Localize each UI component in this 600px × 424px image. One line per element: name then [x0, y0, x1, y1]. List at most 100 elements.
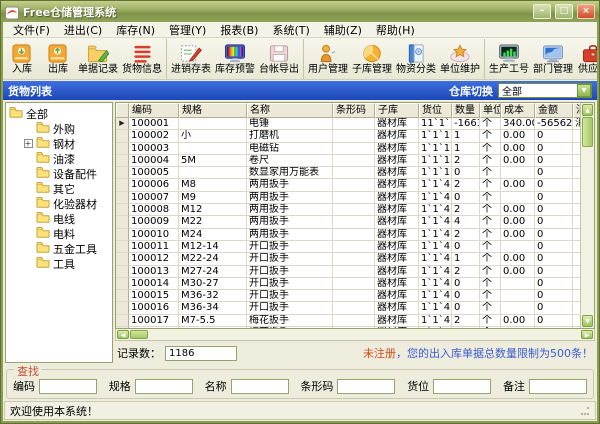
- vertical-scroll-thumb[interactable]: [582, 117, 593, 147]
- table-row[interactable]: 100015M36-32开口扳手器材库1`1`40个0: [116, 290, 580, 302]
- column-header-7[interactable]: 数量: [452, 103, 480, 118]
- table-row[interactable]: 100011M12-14开口扳手器材库1`1`40个0: [116, 241, 580, 253]
- toolbar-button-user-manage[interactable]: 用户管理: [306, 39, 350, 79]
- toolbar-button-stock-alert[interactable]: 库存预警: [213, 39, 257, 79]
- table-row[interactable]: 100013M27-24开口扳手器材库1`1`42个0.000: [116, 266, 580, 278]
- search-input-1[interactable]: [135, 379, 193, 394]
- toolbar-button-production-id[interactable]: 生产工号: [487, 39, 531, 79]
- table-row[interactable]: 100006M8两用扳手器材库1`1`42个0.000: [116, 179, 580, 191]
- tree-item-8[interactable]: 五金工具: [23, 241, 112, 256]
- column-header-11[interactable]: 消: [573, 103, 580, 118]
- minimize-button[interactable]: –: [533, 4, 551, 19]
- table-row[interactable]: 100016M36-34开口扳手器材库1`1`40个0: [116, 302, 580, 314]
- toolbar-button-outbound-drive[interactable]: 出库: [40, 39, 76, 79]
- table-row[interactable]: 100018M11-9梅花扳手器材库1`1`42个0.000: [116, 327, 580, 328]
- toolbar-button-document-record[interactable]: 单据记录: [76, 39, 120, 79]
- expand-plus-icon[interactable]: +: [24, 139, 33, 148]
- search-input-0[interactable]: [39, 379, 97, 394]
- tree-item-3[interactable]: 设备配件: [23, 166, 112, 181]
- menu-item-7[interactable]: 辅助(Z): [317, 21, 369, 39]
- table-row[interactable]: 100010M24两用扳手器材库1`1`42个0.000: [116, 229, 580, 241]
- cell: 个: [480, 216, 501, 228]
- tree-item-0[interactable]: 外购: [23, 121, 112, 136]
- scroll-right-icon[interactable]: ▶: [581, 330, 593, 339]
- scroll-down-icon[interactable]: ▼: [582, 315, 593, 327]
- search-input-2[interactable]: [231, 379, 289, 394]
- menu-item-8[interactable]: 帮助(H): [369, 21, 422, 39]
- horizontal-scrollbar[interactable]: ◀ ▶: [115, 329, 595, 341]
- window-title: Free仓储管理系统: [23, 4, 529, 20]
- resize-grip-icon[interactable]: [580, 406, 590, 416]
- table-row[interactable]: 100007M9两用扳手器材库1`1`40个0: [116, 192, 580, 204]
- horizontal-scroll-thumb[interactable]: [130, 330, 148, 339]
- chevron-down-icon[interactable]: ▼: [577, 84, 591, 97]
- search-input-3[interactable]: [337, 379, 395, 394]
- tree-item-7[interactable]: 电料: [23, 226, 112, 241]
- menu-item-2[interactable]: 进出(C): [57, 21, 109, 39]
- column-header-0[interactable]: [116, 103, 129, 118]
- tree-item-1[interactable]: +钢材: [23, 136, 112, 151]
- scroll-left-icon[interactable]: ◀: [117, 330, 129, 339]
- toolbar-button-department[interactable]: 部门管理: [531, 39, 575, 79]
- table-row[interactable]: 100008M12两用扳手器材库1`1`42个0.000: [116, 204, 580, 216]
- cell: 1`1`4: [419, 229, 452, 241]
- search-input-4[interactable]: [433, 379, 491, 394]
- menu-item-4[interactable]: 管理(Y): [162, 21, 213, 39]
- cell: [573, 266, 580, 278]
- tree-item-2[interactable]: 油漆: [23, 151, 112, 166]
- horizontal-scroll-track[interactable]: [149, 330, 580, 339]
- row-indicator: [116, 216, 129, 228]
- column-header-4[interactable]: 条形码: [333, 103, 375, 118]
- table-row[interactable]: 100005数显家用万能表器材库1`1`10个0: [116, 167, 580, 179]
- toolbar-button-material-category[interactable]: 物资分类: [394, 39, 438, 79]
- table-row[interactable]: ▶100001电锤器材库11`1`-1663.个340.00-565624消: [116, 118, 580, 130]
- tree-item-5[interactable]: 化验器材: [23, 196, 112, 211]
- table-row[interactable]: 100017M7-5.5梅花扳手器材库1`1`42个0.000: [116, 315, 580, 327]
- vertical-scroll-track[interactable]: [582, 147, 593, 315]
- toolbar-button-inbound-drive[interactable]: 入库: [4, 39, 40, 79]
- column-header-9[interactable]: 成本: [501, 103, 535, 118]
- menu-item-6[interactable]: 系统(T): [265, 21, 316, 39]
- menu-item-5[interactable]: 报表(B): [213, 21, 265, 39]
- column-header-2[interactable]: 规格: [179, 103, 247, 118]
- column-header-3[interactable]: 名称: [247, 103, 333, 118]
- cell: 0.00: [501, 204, 535, 216]
- column-header-10[interactable]: 金额: [535, 103, 573, 118]
- maximize-button[interactable]: □: [555, 4, 573, 19]
- table-row[interactable]: 1000045M卷尺器材库1`1`12个0.000: [116, 155, 580, 167]
- table-row[interactable]: 100012M22-24开口扳手器材库1`1`41个0.000: [116, 253, 580, 265]
- tree-root[interactable]: 全部: [9, 106, 112, 121]
- tree-item-9[interactable]: 工具: [23, 256, 112, 271]
- table-row[interactable]: 100014M30-27开口扳手器材库1`1`40个0: [116, 278, 580, 290]
- tree-item-6[interactable]: 电线: [23, 211, 112, 226]
- scroll-up-icon[interactable]: ▲: [582, 104, 593, 116]
- cell: 0.00: [501, 229, 535, 241]
- menu-item-3[interactable]: 库存(N): [109, 21, 162, 39]
- toolbar-button-subwarehouse[interactable]: 子库管理: [350, 39, 394, 79]
- table-row[interactable]: 100003电磁钻器材库1`1`11个0.000: [116, 143, 580, 155]
- tree-item-4[interactable]: 其它: [23, 181, 112, 196]
- column-header-5[interactable]: 子库: [375, 103, 419, 118]
- toolbar-button-supplier[interactable]: 供应商: [575, 39, 597, 79]
- cell: 0: [452, 278, 480, 290]
- cell: M12: [179, 204, 247, 216]
- toolbar-button-goods-info[interactable]: 货物信息: [120, 39, 164, 79]
- warehouse-select[interactable]: 全部 ▼: [498, 83, 592, 98]
- column-header-8[interactable]: 单位: [480, 103, 501, 118]
- toolbar-button-invoicing-sheet[interactable]: 进销存表: [169, 39, 213, 79]
- warehouse-switch-label: 仓库切换: [449, 83, 493, 99]
- vertical-scrollbar[interactable]: ▲ ▼: [580, 103, 594, 328]
- table-row[interactable]: 100002小打磨机器材库1`1`11个0.000: [116, 130, 580, 142]
- grid-body: ▶100001电锤器材库11`1`-1663.个340.00-565624消10…: [116, 118, 580, 328]
- toolbar-button-ledger-export[interactable]: 台帐导出: [257, 39, 301, 79]
- grid-columns: 编码规格名称条形码子库货位数量单位成本金额消 ▶100001电锤器材库11`1`…: [116, 103, 580, 328]
- table-row[interactable]: 100009M22两用扳手器材库1`1`44个0.000: [116, 216, 580, 228]
- menu-item-1[interactable]: 文件(F): [6, 21, 57, 39]
- toolbar-button-unit-maintain[interactable]: 单位维护: [438, 39, 482, 79]
- search-fields: 编码规格名称条形码货位备注: [13, 378, 587, 394]
- column-header-6[interactable]: 货位: [419, 103, 452, 118]
- close-button[interactable]: ×: [577, 4, 595, 19]
- cell: 器材库: [375, 241, 419, 253]
- search-input-5[interactable]: [529, 379, 587, 394]
- column-header-1[interactable]: 编码: [129, 103, 179, 118]
